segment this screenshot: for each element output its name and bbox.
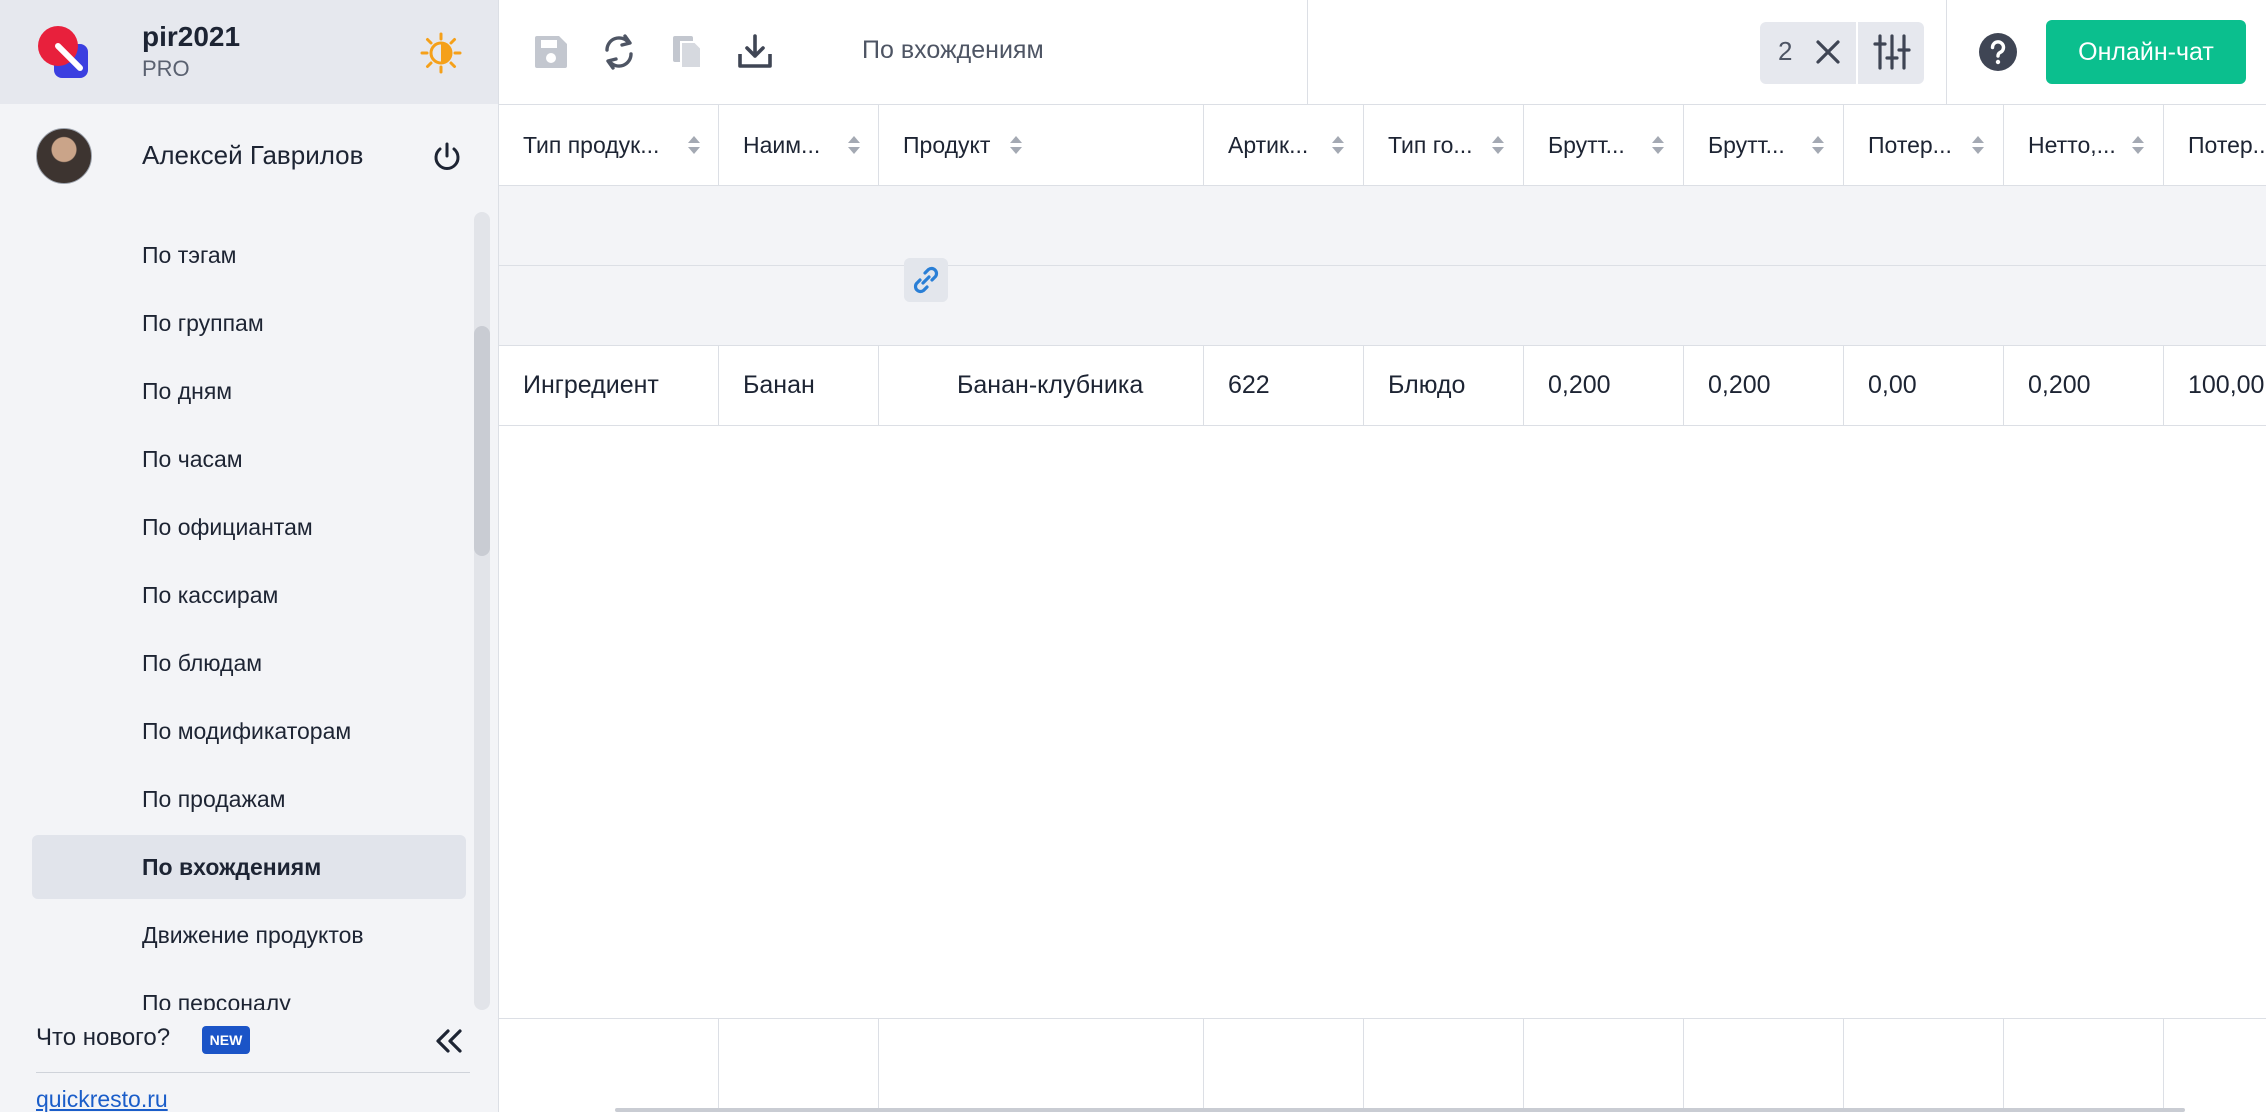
sort-icon[interactable]: [1009, 133, 1023, 157]
report-title: По вхождениям: [862, 36, 1044, 64]
user-row: Алексей Гаврилов: [0, 104, 498, 208]
copy-icon[interactable]: [663, 28, 711, 76]
column-header[interactable]: Потер...: [2164, 105, 2266, 185]
sort-icon[interactable]: [2131, 133, 2145, 157]
nav-item-hours[interactable]: По часам: [32, 427, 466, 491]
nav-item-tags[interactable]: По тэгам: [32, 223, 466, 287]
footer-cell: [879, 1019, 1204, 1112]
brand-plan: PRO: [142, 56, 190, 81]
report-nav-list: По тэгам По группам По дням По часам По …: [0, 220, 476, 1010]
nav-item-cashiers[interactable]: По кассирам: [32, 563, 466, 627]
report-table: Тип продук... Наим... Продукт Артик... Т…: [499, 105, 2266, 1112]
table-header-row: Тип продук... Наим... Продукт Артик... Т…: [499, 105, 2266, 186]
sort-icon[interactable]: [1971, 133, 1985, 157]
sidebar-footer-divider: [36, 1072, 470, 1073]
whats-new-link[interactable]: Что нового?: [36, 1024, 170, 1052]
cell-article: 622: [1204, 346, 1364, 425]
cell-net: 0,200: [2004, 346, 2164, 425]
horizontal-scrollbar[interactable]: [615, 1108, 2185, 1112]
refresh-icon[interactable]: [595, 28, 643, 76]
footer-cell: [2004, 1019, 2164, 1112]
sidebar: pir2021 PRO Алексей Гаврилов По тэгам По…: [0, 0, 499, 1112]
cell-dish-type: Блюдо: [1364, 346, 1524, 425]
cell-gross-1: 0,200: [1524, 346, 1684, 425]
help-icon[interactable]: [1978, 32, 2018, 72]
filter-settings-icon[interactable]: [1868, 28, 1916, 76]
nav-item-occurrences[interactable]: По вхождениям: [32, 835, 466, 899]
brand-header: pir2021 PRO: [0, 0, 498, 104]
online-chat-button[interactable]: Онлайн-чат: [2046, 20, 2246, 84]
toolbar-separator: [1946, 0, 1947, 104]
footer-cell: [1364, 1019, 1524, 1112]
nav-item-modifiers[interactable]: По модификаторам: [32, 699, 466, 763]
nav-item-staff[interactable]: По персоналу: [32, 971, 466, 1010]
new-badge: NEW: [202, 1026, 250, 1054]
brand-name: pir2021: [142, 21, 241, 52]
table-footer-row: [499, 1018, 2266, 1112]
nav-item-groups[interactable]: По группам: [32, 291, 466, 355]
sort-icon[interactable]: [687, 133, 701, 157]
cell-product-type: Ингредиент: [499, 346, 719, 425]
nav-item-sales[interactable]: По продажам: [32, 767, 466, 831]
filter-divider: [1856, 22, 1858, 84]
footer-cell: [719, 1019, 879, 1112]
footer-cell: [1684, 1019, 1844, 1112]
group-row[interactable]: [499, 186, 2266, 266]
link-icon[interactable]: [904, 258, 948, 302]
nav-item-waiters[interactable]: По официантам: [32, 495, 466, 559]
app-logo[interactable]: [36, 24, 92, 80]
footer-cell: [1844, 1019, 2004, 1112]
sort-icon[interactable]: [1651, 133, 1665, 157]
group-row[interactable]: [499, 266, 2266, 346]
user-name: Алексей Гаврилов: [142, 140, 364, 170]
sort-icon[interactable]: [1491, 133, 1505, 157]
cell-product[interactable]: Банан-клубника: [879, 346, 1204, 425]
sun-icon[interactable]: [420, 32, 462, 74]
nav-item-days[interactable]: По дням: [32, 359, 466, 423]
cell-loss-1: 0,00: [1844, 346, 2004, 425]
sort-icon[interactable]: [847, 133, 861, 157]
footer-cell: [1204, 1019, 1364, 1112]
sort-icon[interactable]: [1331, 133, 1345, 157]
filter-count: 2: [1778, 36, 1793, 66]
footer-cell: [1524, 1019, 1684, 1112]
site-link[interactable]: quickresto.ru: [36, 1086, 168, 1112]
table-row[interactable]: Ингредиент Банан Банан-клубника 622 Блюд…: [499, 346, 2266, 426]
save-icon[interactable]: [527, 28, 575, 76]
cell-loss-2: 100,00: [2164, 346, 2266, 425]
close-icon[interactable]: [1810, 34, 1846, 70]
nav-item-product-movement[interactable]: Движение продуктов: [32, 903, 466, 967]
collapse-sidebar-icon[interactable]: [432, 1024, 466, 1058]
cell-gross-2: 0,200: [1684, 346, 1844, 425]
sidebar-scrollbar-thumb[interactable]: [474, 326, 490, 556]
cell-name: Банан: [719, 346, 879, 425]
avatar[interactable]: [36, 128, 92, 184]
power-icon[interactable]: [430, 140, 464, 174]
sort-icon[interactable]: [1811, 133, 1825, 157]
download-icon[interactable]: [731, 28, 779, 76]
nav-item-dishes[interactable]: По блюдам: [32, 631, 466, 695]
footer-cell: [499, 1019, 719, 1112]
column-header[interactable]: Тип продук...: [499, 105, 719, 185]
column-header[interactable]: Продукт: [879, 105, 1204, 185]
toolbar-separator: [1307, 0, 1308, 104]
